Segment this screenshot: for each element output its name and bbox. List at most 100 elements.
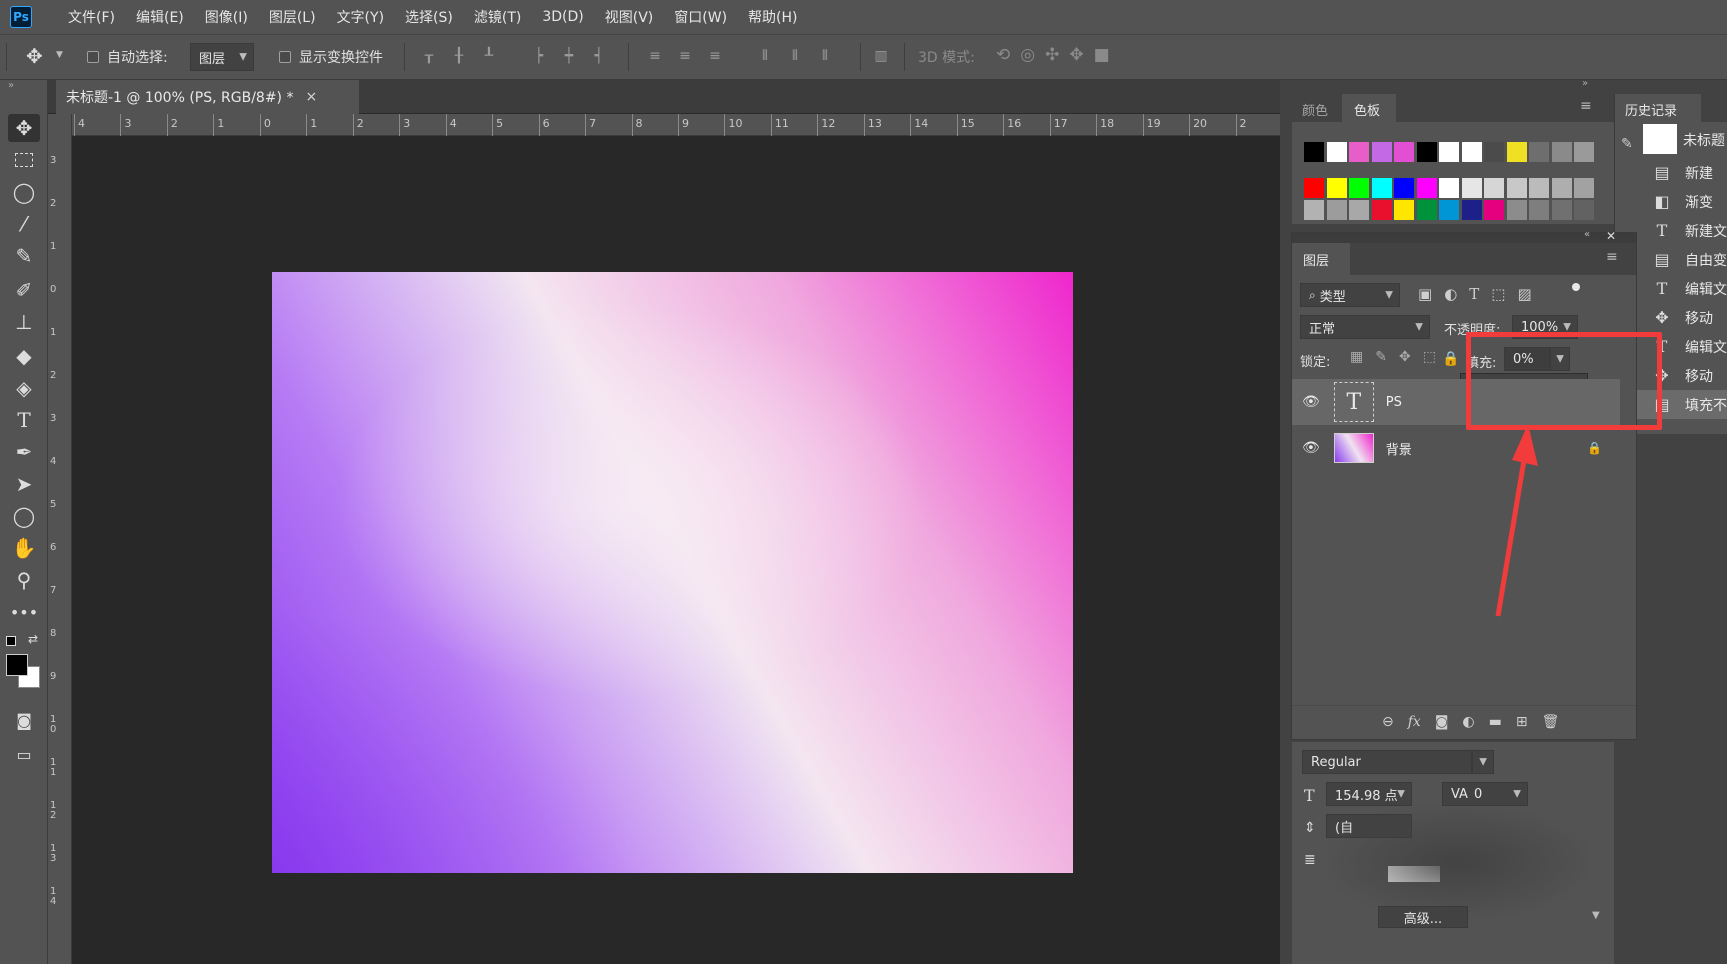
color-swatch[interactable]: [1394, 200, 1414, 220]
align-right-icon[interactable]: ┥: [590, 47, 608, 65]
photoshop-logo-icon[interactable]: Ps: [10, 6, 32, 28]
3d-roll-icon[interactable]: ◎: [1020, 45, 1035, 65]
color-swatch[interactable]: [1439, 200, 1459, 220]
stamp-tool-icon[interactable]: ⊥: [8, 308, 40, 336]
color-swatch[interactable]: [1461, 142, 1482, 162]
color-swatch[interactable]: [1416, 178, 1437, 198]
color-swatch[interactable]: [1394, 178, 1414, 198]
layer-lock-icon[interactable]: 🔒: [1587, 441, 1602, 455]
color-swatch[interactable]: [1326, 200, 1347, 220]
menu-edit[interactable]: 编辑(E): [136, 7, 184, 27]
ellipse-tool-icon[interactable]: ◯: [8, 502, 40, 530]
hand-tool-icon[interactable]: ✋: [8, 534, 40, 562]
magic-wand-tool-icon[interactable]: ⁄: [8, 210, 40, 238]
color-swatch[interactable]: [1484, 200, 1504, 220]
filter-type-icon[interactable]: T: [1469, 285, 1479, 303]
filter-shape-icon[interactable]: ⬚: [1491, 285, 1505, 303]
menu-window[interactable]: 窗口(W): [674, 7, 727, 27]
distribute-right-icon[interactable]: ⫴: [816, 47, 834, 65]
lock-position-icon[interactable]: ✥: [1399, 349, 1411, 365]
more-tools-icon[interactable]: •••: [8, 598, 40, 626]
layer-name[interactable]: PS: [1386, 395, 1402, 410]
close-tab-icon[interactable]: ×: [305, 89, 317, 105]
history-item[interactable]: ▤ 新建: [1615, 158, 1727, 187]
move-tool-icon[interactable]: ✥: [8, 114, 40, 142]
distribute-top-icon[interactable]: ≡: [646, 47, 664, 65]
history-item[interactable]: ◧ 渐变: [1615, 187, 1727, 216]
show-transform-checkbox[interactable]: [279, 51, 291, 63]
swap-colors-icon[interactable]: ⇄: [28, 632, 38, 646]
brush-tool-icon[interactable]: ✐: [8, 276, 40, 304]
color-swatch[interactable]: [1326, 178, 1347, 198]
menu-view[interactable]: 视图(V): [605, 7, 654, 27]
3d-slide-icon[interactable]: ✥: [1069, 45, 1083, 65]
color-swatch[interactable]: [1371, 200, 1392, 220]
collapse-icon[interactable]: «: [1584, 229, 1590, 240]
color-swatch[interactable]: [1416, 142, 1437, 162]
color-swatch[interactable]: [1506, 200, 1527, 220]
chevron-down-icon[interactable]: ▼: [1592, 910, 1600, 921]
lasso-tool-icon[interactable]: ◯: [8, 178, 40, 206]
menu-filter[interactable]: 滤镜(T): [474, 7, 521, 27]
adjustment-layer-icon[interactable]: ◐: [1462, 714, 1474, 730]
color-swatch[interactable]: [1529, 178, 1549, 198]
layer-row-background[interactable]: 👁 背景 🔒: [1292, 425, 1620, 471]
document-canvas[interactable]: [272, 272, 1073, 873]
type-tool-icon[interactable]: T: [8, 406, 40, 434]
zoom-tool-icon[interactable]: ⚲: [8, 566, 40, 594]
filter-toggle-icon[interactable]: [1572, 283, 1580, 291]
filter-smart-icon[interactable]: ▨: [1517, 285, 1531, 303]
move-tool-preset-icon[interactable]: ✥: [26, 44, 43, 68]
color-swatch[interactable]: [1394, 142, 1414, 162]
color-swatch[interactable]: [1574, 200, 1594, 220]
color-swatch[interactable]: [1551, 178, 1572, 198]
lock-artboard-icon[interactable]: ⬚: [1423, 349, 1436, 365]
color-swatch[interactable]: [1304, 178, 1324, 198]
color-swatch[interactable]: [1529, 200, 1549, 220]
align-hcenter-icon[interactable]: ┿: [560, 47, 578, 65]
auto-align-icon[interactable]: ▥: [872, 47, 890, 65]
color-swatch[interactable]: [1349, 200, 1369, 220]
distribute-left-icon[interactable]: ⫴: [756, 47, 774, 65]
color-swatch[interactable]: [1349, 142, 1369, 162]
color-swatch[interactable]: [1551, 142, 1572, 162]
visibility-eye-icon[interactable]: 👁: [1302, 394, 1320, 410]
lock-pixels-icon[interactable]: ✎: [1375, 349, 1387, 365]
layer-style-fx-icon[interactable]: fx: [1408, 714, 1421, 730]
auto-select-target-dropdown[interactable]: 图层 ▼: [190, 43, 254, 71]
add-mask-icon[interactable]: ◙: [1435, 714, 1449, 730]
marquee-tool-icon[interactable]: [8, 146, 40, 174]
collapse-toolbar-icon[interactable]: »: [8, 80, 14, 91]
panel-menu-icon[interactable]: ≡: [1606, 249, 1618, 265]
color-swatch[interactable]: [1371, 142, 1392, 162]
color-swatch[interactable]: [1326, 142, 1347, 162]
eraser-tool-icon[interactable]: ◆: [8, 342, 40, 370]
link-layers-icon[interactable]: ⊖: [1382, 714, 1394, 730]
color-swatch[interactable]: [1416, 200, 1437, 220]
color-swatch[interactable]: [1529, 142, 1549, 162]
menu-select[interactable]: 选择(S): [405, 7, 453, 27]
color-swatch[interactable]: [1461, 178, 1482, 198]
color-swatch[interactable]: [1506, 142, 1527, 162]
color-swatch[interactable]: [1461, 200, 1482, 220]
lock-all-icon[interactable]: 🔒: [1442, 351, 1459, 367]
text-align-icon[interactable]: ≣: [1304, 852, 1316, 868]
distribute-bottom-icon[interactable]: ≡: [706, 47, 724, 65]
menu-help[interactable]: 帮助(H): [748, 7, 797, 27]
font-style-dropdown[interactable]: Regular: [1302, 750, 1472, 774]
advanced-button[interactable]: 高级...: [1378, 906, 1468, 928]
3d-orbit-icon[interactable]: ⟲: [996, 45, 1010, 65]
color-swatch[interactable]: [1439, 142, 1459, 162]
collapse-panels-icon[interactable]: »: [1582, 78, 1588, 89]
color-swatch[interactable]: [1371, 178, 1392, 198]
3d-pan-icon[interactable]: ✣: [1045, 45, 1059, 65]
align-bottom-icon[interactable]: ┸: [480, 47, 498, 65]
font-style-arrow[interactable]: ▼: [1472, 750, 1494, 774]
tab-history[interactable]: 历史记录: [1625, 100, 1677, 119]
new-layer-icon[interactable]: ⊞: [1516, 714, 1528, 730]
menu-file[interactable]: 文件(F): [68, 7, 115, 27]
snapshot-thumbnail[interactable]: [1643, 124, 1677, 154]
3d-camera-icon[interactable]: ■: [1094, 45, 1110, 65]
pen-tool-icon[interactable]: ✒: [8, 438, 40, 466]
default-colors-icon[interactable]: [6, 636, 16, 646]
